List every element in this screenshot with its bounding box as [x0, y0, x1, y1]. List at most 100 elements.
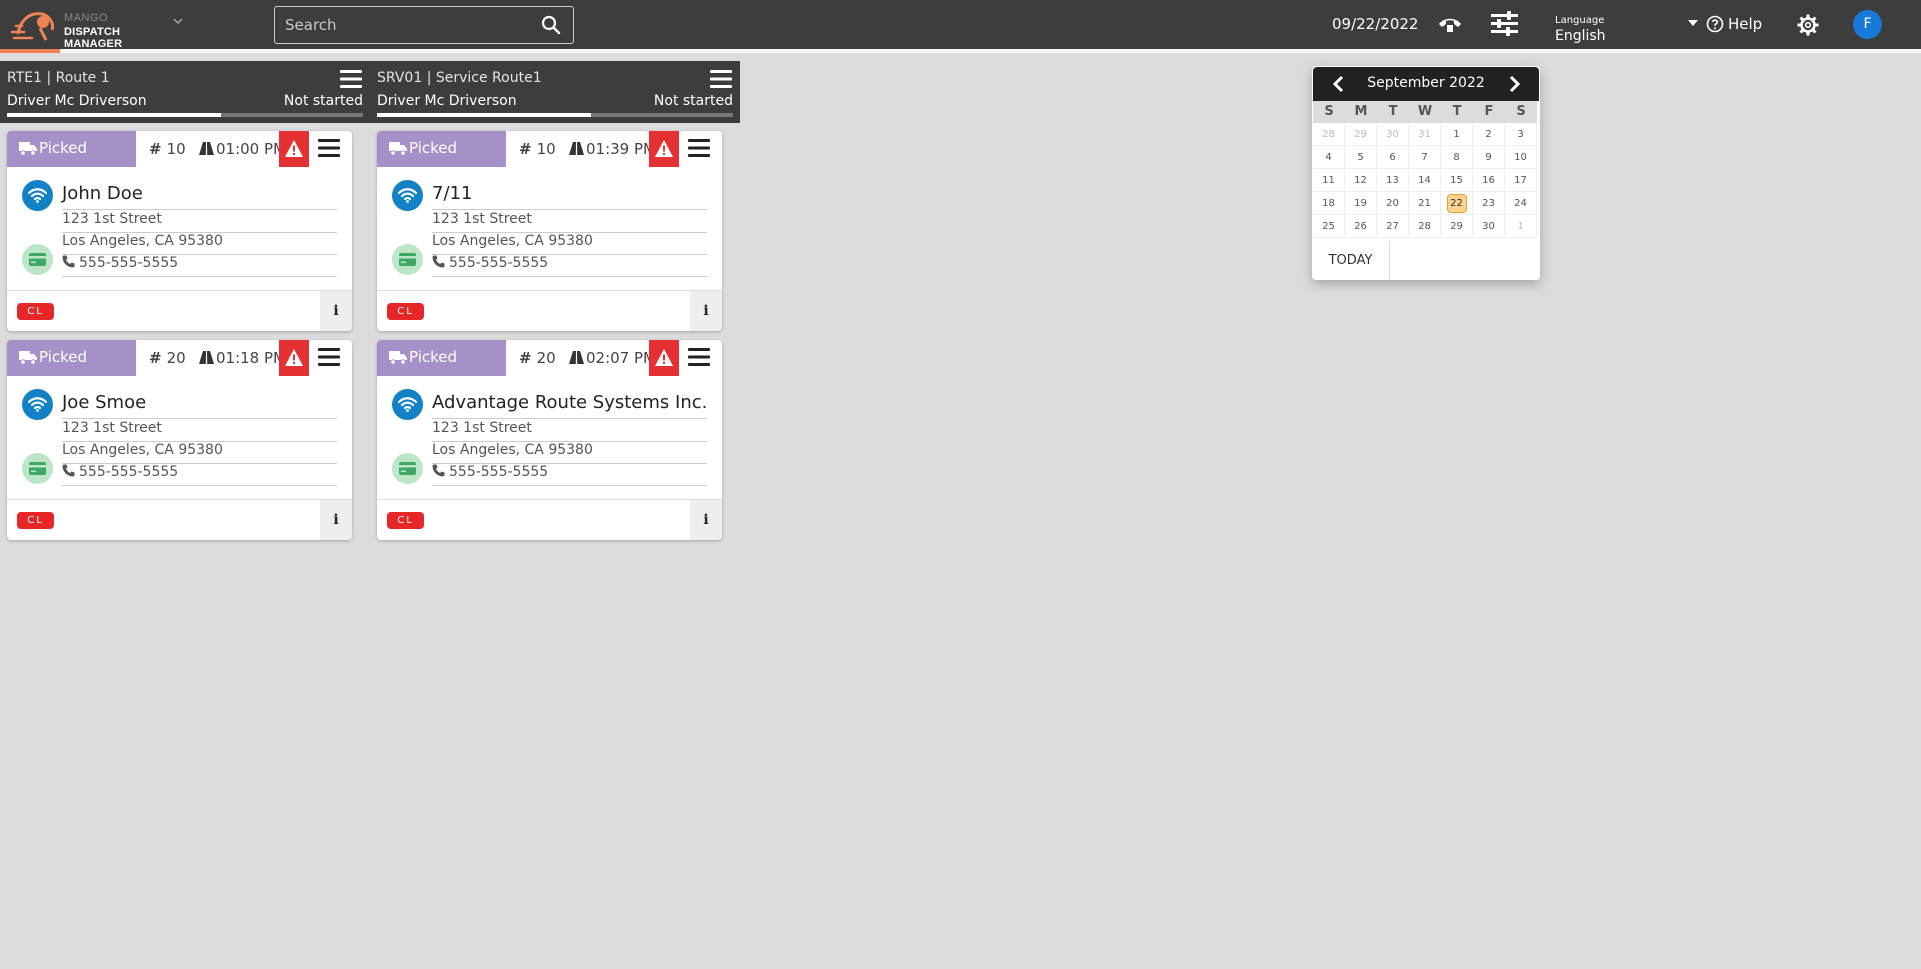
alert-button[interactable] — [279, 131, 309, 167]
stop-status-label: Picked — [409, 348, 458, 366]
calendar-day[interactable]: 29 — [1345, 123, 1377, 146]
calendar-day[interactable]: 12 — [1345, 169, 1377, 192]
alert-icon — [655, 349, 673, 366]
calendar-day[interactable]: 27 — [1377, 215, 1409, 238]
stop-tag-badge[interactable]: CL — [387, 303, 424, 320]
calendar-day[interactable]: 26 — [1345, 215, 1377, 238]
calendar-day[interactable]: 1 — [1505, 215, 1537, 238]
route-header[interactable]: RTE1 | Route 1 Driver Mc Driverson Not s… — [0, 61, 370, 123]
help-label: Help — [1728, 15, 1763, 33]
stop-tag-badge[interactable]: CL — [17, 303, 54, 320]
calendar-day[interactable]: 18 — [1313, 192, 1345, 215]
search-input[interactable] — [285, 15, 525, 35]
calendar-day[interactable]: 31 — [1409, 123, 1441, 146]
calendar-day[interactable]: 28 — [1313, 123, 1345, 146]
customer-phone[interactable]: 555-555-5555 — [432, 255, 707, 277]
calendar-day[interactable]: 15 — [1441, 169, 1473, 192]
caret-down-icon[interactable] — [1687, 19, 1699, 27]
customer-phone[interactable]: 555-555-5555 — [432, 464, 707, 486]
info-button[interactable]: i — [320, 500, 352, 540]
calendar-day[interactable]: 14 — [1409, 169, 1441, 192]
calendar-day[interactable]: 16 — [1473, 169, 1505, 192]
calendar-day[interactable]: 3 — [1505, 123, 1537, 146]
customer-phone-value: 555-555-5555 — [79, 464, 179, 480]
current-date[interactable]: 09/22/2022 — [1332, 15, 1418, 33]
customer-name[interactable]: 7/11 — [432, 183, 707, 210]
calendar-day[interactable]: 20 — [1377, 192, 1409, 215]
calendar-day[interactable]: 24 — [1505, 192, 1537, 215]
calendar-day[interactable]: 11 — [1313, 169, 1345, 192]
info-button[interactable]: i — [320, 291, 352, 331]
calendar-day[interactable]: 10 — [1505, 146, 1537, 169]
menu-icon[interactable] — [709, 68, 733, 90]
calendar-day[interactable]: 4 — [1313, 146, 1345, 169]
calendar-day-selected[interactable]: 22 — [1441, 192, 1473, 215]
calendar-day[interactable]: 5 — [1345, 146, 1377, 169]
menu-icon[interactable] — [687, 137, 711, 159]
calendar-day[interactable]: 9 — [1473, 146, 1505, 169]
search-icon[interactable] — [541, 15, 561, 35]
calendar-day[interactable]: 7 — [1409, 146, 1441, 169]
stop-eta: 01:00 PM — [199, 140, 286, 158]
calendar-day[interactable]: 19 — [1345, 192, 1377, 215]
calendar-day[interactable]: 29 — [1441, 215, 1473, 238]
stop-card[interactable]: Picked #20 02:07 PM Advantage Route Syst… — [377, 340, 722, 540]
stop-status-badge[interactable]: Picked — [377, 340, 506, 376]
stop-tag-badge[interactable]: CL — [17, 512, 54, 529]
stop-status-badge[interactable]: Picked — [377, 131, 506, 167]
calendar-day[interactable]: 6 — [1377, 146, 1409, 169]
calendar-day[interactable]: 30 — [1377, 123, 1409, 146]
customer-phone[interactable]: 555-555-5555 — [62, 255, 337, 277]
menu-icon[interactable] — [317, 346, 341, 368]
calendar-day[interactable]: 8 — [1441, 146, 1473, 169]
info-button[interactable]: i — [690, 291, 722, 331]
customer-name[interactable]: John Doe — [62, 183, 337, 210]
calendar-day[interactable]: 2 — [1473, 123, 1505, 146]
phone-icon — [62, 255, 75, 268]
calendar-header: September 2022 — [1313, 67, 1539, 101]
weekday-header: T — [1441, 101, 1473, 123]
credit-card-icon — [29, 253, 46, 266]
stop-status-label: Picked — [39, 348, 88, 366]
calendar-day[interactable]: 17 — [1505, 169, 1537, 192]
stop-card[interactable]: Picked #20 01:18 PM Joe Smoe 123 1st Str… — [7, 340, 352, 540]
alert-button[interactable] — [649, 131, 679, 167]
route-header[interactable]: SRV01 | Service Route1 Driver Mc Drivers… — [370, 61, 740, 123]
menu-icon[interactable] — [317, 137, 341, 159]
info-button[interactable]: i — [690, 500, 722, 540]
alert-button[interactable] — [649, 340, 679, 376]
phone-icon[interactable] — [1436, 12, 1464, 34]
alert-button[interactable] — [279, 340, 309, 376]
route-progress-bar — [7, 113, 363, 117]
menu-icon[interactable] — [687, 346, 711, 368]
calendar-day[interactable]: 1 — [1441, 123, 1473, 146]
customer-phone[interactable]: 555-555-5555 — [62, 464, 337, 486]
logo-product-text: DISPATCH MANAGER — [64, 26, 123, 50]
weekday-header: S — [1505, 101, 1537, 123]
user-avatar[interactable]: F — [1853, 10, 1882, 39]
stop-eta: 02:07 PM — [569, 349, 656, 367]
gear-icon[interactable] — [1797, 14, 1819, 36]
stop-status-badge[interactable]: Picked — [7, 340, 136, 376]
credit-card-icon — [399, 462, 416, 475]
customer-name[interactable]: Advantage Route Systems Inc. — [432, 392, 707, 419]
stop-card[interactable]: Picked #10 01:39 PM 7/11 123 1st Street … — [377, 131, 722, 331]
stop-tag-badge[interactable]: CL — [387, 512, 424, 529]
language-select[interactable]: English — [1555, 28, 1606, 44]
today-button[interactable]: TODAY — [1312, 242, 1390, 280]
calendar-day[interactable]: 30 — [1473, 215, 1505, 238]
customer-name[interactable]: Joe Smoe — [62, 392, 337, 419]
sliders-icon[interactable] — [1491, 11, 1518, 36]
chevron-right-icon[interactable] — [1505, 75, 1523, 93]
menu-icon[interactable] — [339, 68, 363, 90]
calendar-day[interactable]: 28 — [1409, 215, 1441, 238]
stop-card[interactable]: Picked #10 01:00 PM John Doe 123 1st Str… — [7, 131, 352, 331]
calendar-day[interactable]: 21 — [1409, 192, 1441, 215]
calendar-day[interactable]: 25 — [1313, 215, 1345, 238]
search-box[interactable] — [274, 6, 574, 44]
stop-status-badge[interactable]: Picked — [7, 131, 136, 167]
chevron-down-icon[interactable] — [172, 15, 184, 27]
app-logo[interactable]: MANGO DISPATCH MANAGER — [10, 6, 180, 50]
calendar-day[interactable]: 13 — [1377, 169, 1409, 192]
calendar-day[interactable]: 23 — [1473, 192, 1505, 215]
